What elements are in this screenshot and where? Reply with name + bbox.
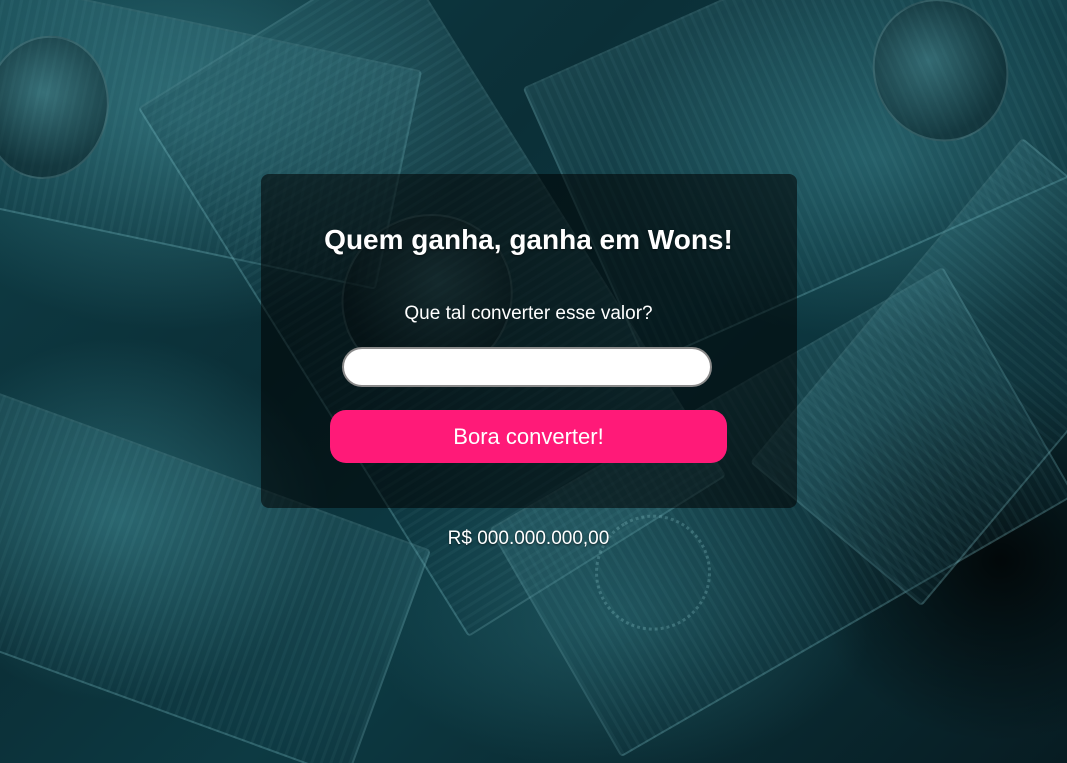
banknote-seal	[573, 493, 733, 652]
converted-value: R$ 000.000.000,00	[447, 528, 610, 549]
banknote-portrait	[850, 0, 1032, 164]
page-title: Quem ganha, ganha em Wons!	[324, 224, 733, 255]
amount-input[interactable]	[342, 347, 712, 387]
banknote-portrait	[0, 24, 122, 191]
convert-button[interactable]: Bora converter!	[330, 410, 727, 463]
converter-prompt: Que tal converter esse valor?	[404, 303, 653, 324]
